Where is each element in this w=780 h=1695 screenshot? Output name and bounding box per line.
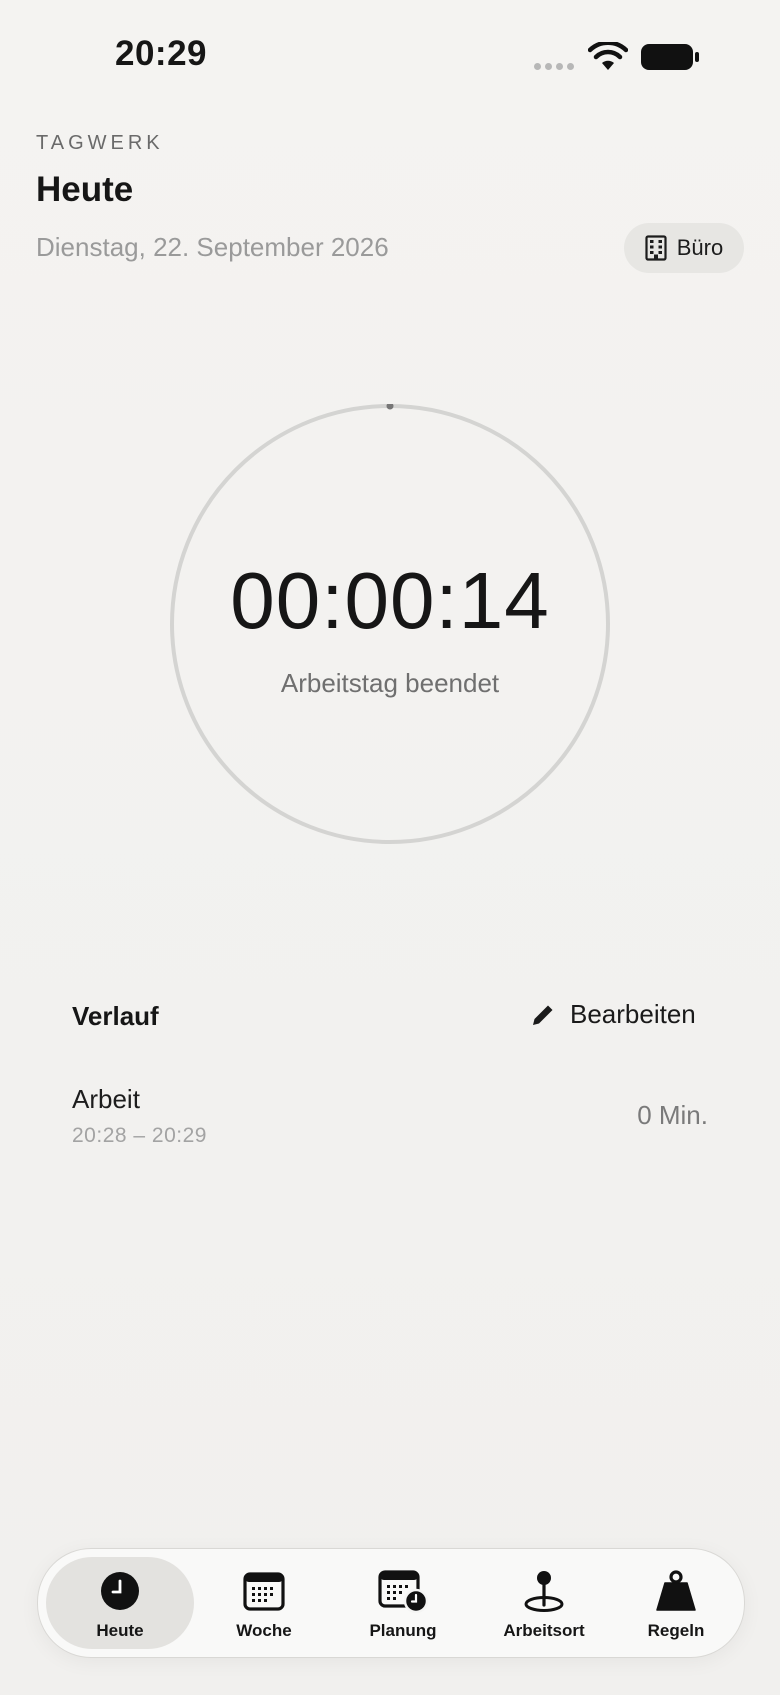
tab-bar: Heute Woche Planung Arbeitsort Regeln: [37, 1548, 745, 1658]
calendar-clock-icon: [378, 1570, 428, 1613]
tab-label: Planung: [369, 1621, 437, 1640]
history-entry-range: 20:28 – 20:29: [72, 1124, 207, 1147]
tab-label: Heute: [96, 1621, 144, 1640]
tab-label: Arbeitsort: [503, 1621, 585, 1640]
history-title: Verlauf: [72, 1001, 159, 1031]
history-entry-duration: 0 Min.: [637, 1100, 708, 1130]
wifi-icon: [588, 42, 628, 70]
page-title: Heute: [36, 170, 134, 209]
timer-value: 00:00:14: [230, 556, 550, 645]
tab-label: Woche: [236, 1621, 292, 1640]
tab-heute[interactable]: Heute: [46, 1549, 194, 1657]
status-time: 20:29: [115, 34, 208, 73]
timer-status: Arbeitstag beendet: [280, 668, 500, 698]
battery-icon: [641, 44, 699, 70]
tab-label: Regeln: [647, 1621, 705, 1640]
timer-progress-marker: [386, 404, 394, 410]
date-label: Dienstag, 22. September 2026: [36, 232, 389, 262]
pencil-icon: [533, 1005, 553, 1025]
history-entry-label: Arbeit: [72, 1084, 140, 1114]
building-icon: [645, 235, 667, 261]
edit-button-label: Bearbeiten: [570, 999, 696, 1029]
tab-planung[interactable]: Planung: [334, 1549, 472, 1657]
calendar-icon: [243, 1572, 285, 1611]
cellular-signal-icon: [534, 63, 576, 71]
app-label: TAGWERK: [36, 132, 164, 154]
edit-button[interactable]: Bearbeiten: [530, 999, 696, 1030]
tab-regeln[interactable]: Regeln: [616, 1549, 736, 1657]
tab-woche[interactable]: Woche: [198, 1549, 330, 1657]
location-chip[interactable]: Büro: [624, 223, 744, 273]
clock-icon: [101, 1572, 139, 1610]
tab-arbeitsort[interactable]: Arbeitsort: [474, 1549, 614, 1657]
map-pin-icon: [524, 1571, 564, 1612]
location-chip-label: Büro: [676, 235, 724, 260]
weight-icon: [656, 1570, 696, 1611]
